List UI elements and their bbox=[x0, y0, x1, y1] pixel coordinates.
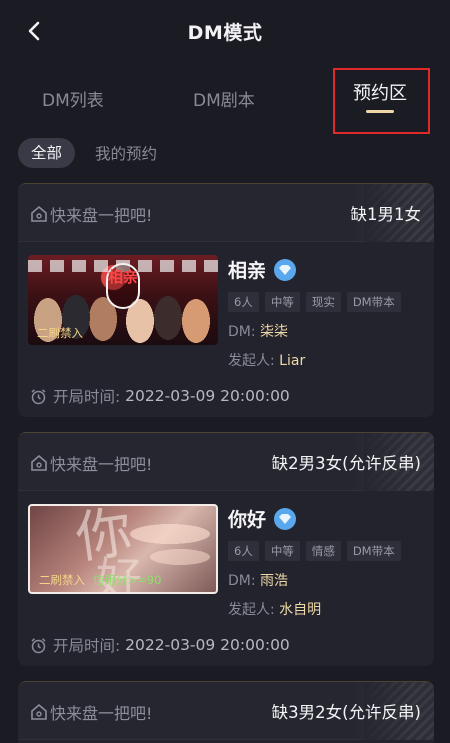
players-needed: 缺2男3女(允许反串) bbox=[271, 454, 421, 473]
main-tabs: DM列表 DM剧本 预约区 bbox=[0, 68, 450, 134]
reservation-card[interactable]: 快来盘一把吧! 缺1男1女 相亲 二刷禁入 相亲 6人 中等 现实 DM带本 D… bbox=[18, 183, 434, 417]
initiator-row: 发起人: 水自明 bbox=[228, 599, 428, 619]
invite-label: 快来盘一把吧! bbox=[50, 206, 153, 225]
home-icon bbox=[31, 205, 47, 222]
script-info: 相亲 6人 中等 现实 DM带本 DM: 柒柒 发起人: Liar bbox=[228, 256, 428, 370]
card-header: 快来盘一把吧! 缺2男3女(允许反串) bbox=[18, 433, 434, 491]
tag-dm-mode: DM带本 bbox=[346, 541, 401, 561]
reservation-card[interactable]: 快来盘一把吧! 缺3男2女(允许反串) bbox=[18, 681, 434, 743]
tag-dm-mode: DM带本 bbox=[346, 292, 401, 312]
top-bar: DM模式 bbox=[0, 0, 450, 62]
dm-row: DM: 柒柒 bbox=[228, 321, 428, 341]
invite-text: 快来盘一把吧! bbox=[30, 451, 152, 475]
invite-label: 快来盘一把吧! bbox=[50, 455, 153, 474]
tab-dm-scripts[interactable]: DM剧本 bbox=[193, 86, 255, 111]
initiator-row: 发起人: Liar bbox=[228, 350, 428, 370]
script-title-row: 相亲 bbox=[228, 256, 428, 283]
filter-tabs: 全部 我的预约 bbox=[18, 138, 157, 168]
diamond-icon bbox=[274, 507, 297, 530]
invite-text: 快来盘一把吧! bbox=[30, 202, 152, 226]
script-title: 你好 bbox=[228, 509, 267, 531]
initiator-label: 发起人: bbox=[228, 353, 280, 369]
invite-label: 快来盘一把吧! bbox=[50, 704, 153, 723]
tab-reservation-label: 预约区 bbox=[353, 83, 407, 104]
dm-name: 雨浩 bbox=[260, 573, 289, 589]
dm-label: DM: bbox=[228, 324, 261, 340]
start-time-value: 2022-03-09 20:00:00 bbox=[125, 387, 290, 405]
script-info: 你好 6人 中等 情感 DM带本 DM: 雨浩 发起人: 水自明 bbox=[228, 505, 428, 619]
start-time-row: 开局时间: 2022-03-09 20:00:00 bbox=[30, 385, 290, 407]
script-title-row: 你好 bbox=[228, 505, 428, 532]
script-title: 相亲 bbox=[228, 260, 267, 282]
players-needed: 缺3男2女(允许反串) bbox=[271, 703, 421, 722]
start-time-label: 开局时间: bbox=[53, 637, 121, 655]
card-header: 快来盘一把吧! 缺3男2女(允许反串) bbox=[18, 682, 434, 740]
dm-row: DM: 雨浩 bbox=[228, 570, 428, 590]
chevron-left-icon bbox=[28, 21, 40, 41]
alarm-clock-icon bbox=[31, 637, 46, 653]
start-time-row: 开局时间: 2022-03-09 20:00:00 bbox=[30, 634, 290, 656]
invite-text: 快来盘一把吧! bbox=[30, 700, 152, 724]
script-tags: 6人 中等 现实 DM带本 bbox=[228, 292, 428, 312]
tag-difficulty: 中等 bbox=[264, 541, 300, 561]
filter-all[interactable]: 全部 bbox=[18, 138, 76, 168]
start-time-label: 开局时间: bbox=[53, 388, 121, 406]
players-needed: 缺1男1女 bbox=[350, 205, 422, 224]
back-button[interactable] bbox=[22, 19, 46, 43]
script-cover[interactable]: 相亲 二刷禁入 bbox=[28, 255, 218, 345]
replay-restriction: 二刷禁入 bbox=[37, 326, 83, 340]
start-time-value: 2022-03-09 20:00:00 bbox=[125, 636, 290, 654]
card-header: 快来盘一把吧! 缺1男1女 bbox=[18, 184, 434, 242]
dm-name: 柒柒 bbox=[260, 324, 289, 340]
cover-restriction-tag: 二刷禁入 bbox=[37, 325, 83, 341]
page-title: DM模式 bbox=[187, 21, 263, 44]
cover-restriction-tag: 二刷禁入 信用分>=90 bbox=[39, 572, 161, 588]
tab-reservation[interactable]: 预约区 bbox=[333, 68, 430, 134]
tab-dm-list[interactable]: DM列表 bbox=[42, 86, 104, 111]
tag-genre: 现实 bbox=[305, 292, 341, 312]
tag-players: 6人 bbox=[228, 541, 259, 561]
script-tags: 6人 中等 情感 DM带本 bbox=[228, 541, 428, 561]
tag-genre: 情感 bbox=[305, 541, 341, 561]
dm-label: DM: bbox=[228, 573, 261, 589]
alarm-clock-icon bbox=[31, 388, 46, 404]
initiator-name: 水自明 bbox=[279, 602, 322, 618]
credit-score-requirement: 信用分>=90 bbox=[93, 573, 162, 587]
active-tab-indicator bbox=[366, 110, 394, 113]
cover-title-logo: 相亲 bbox=[106, 263, 140, 309]
replay-restriction: 二刷禁入 bbox=[39, 573, 85, 587]
tag-players: 6人 bbox=[228, 292, 259, 312]
initiator-name: Liar bbox=[279, 353, 306, 369]
initiator-label: 发起人: bbox=[228, 602, 280, 618]
reservation-card[interactable]: 快来盘一把吧! 缺2男3女(允许反串) 你 好 二刷禁入 信用分>=90 你好 6… bbox=[18, 432, 434, 666]
script-cover[interactable]: 你 好 二刷禁入 信用分>=90 bbox=[28, 504, 218, 594]
tag-difficulty: 中等 bbox=[264, 292, 300, 312]
home-icon bbox=[31, 703, 47, 720]
filter-my-reservations[interactable]: 我的预约 bbox=[95, 142, 157, 164]
diamond-icon bbox=[274, 258, 297, 281]
home-icon bbox=[31, 454, 47, 471]
